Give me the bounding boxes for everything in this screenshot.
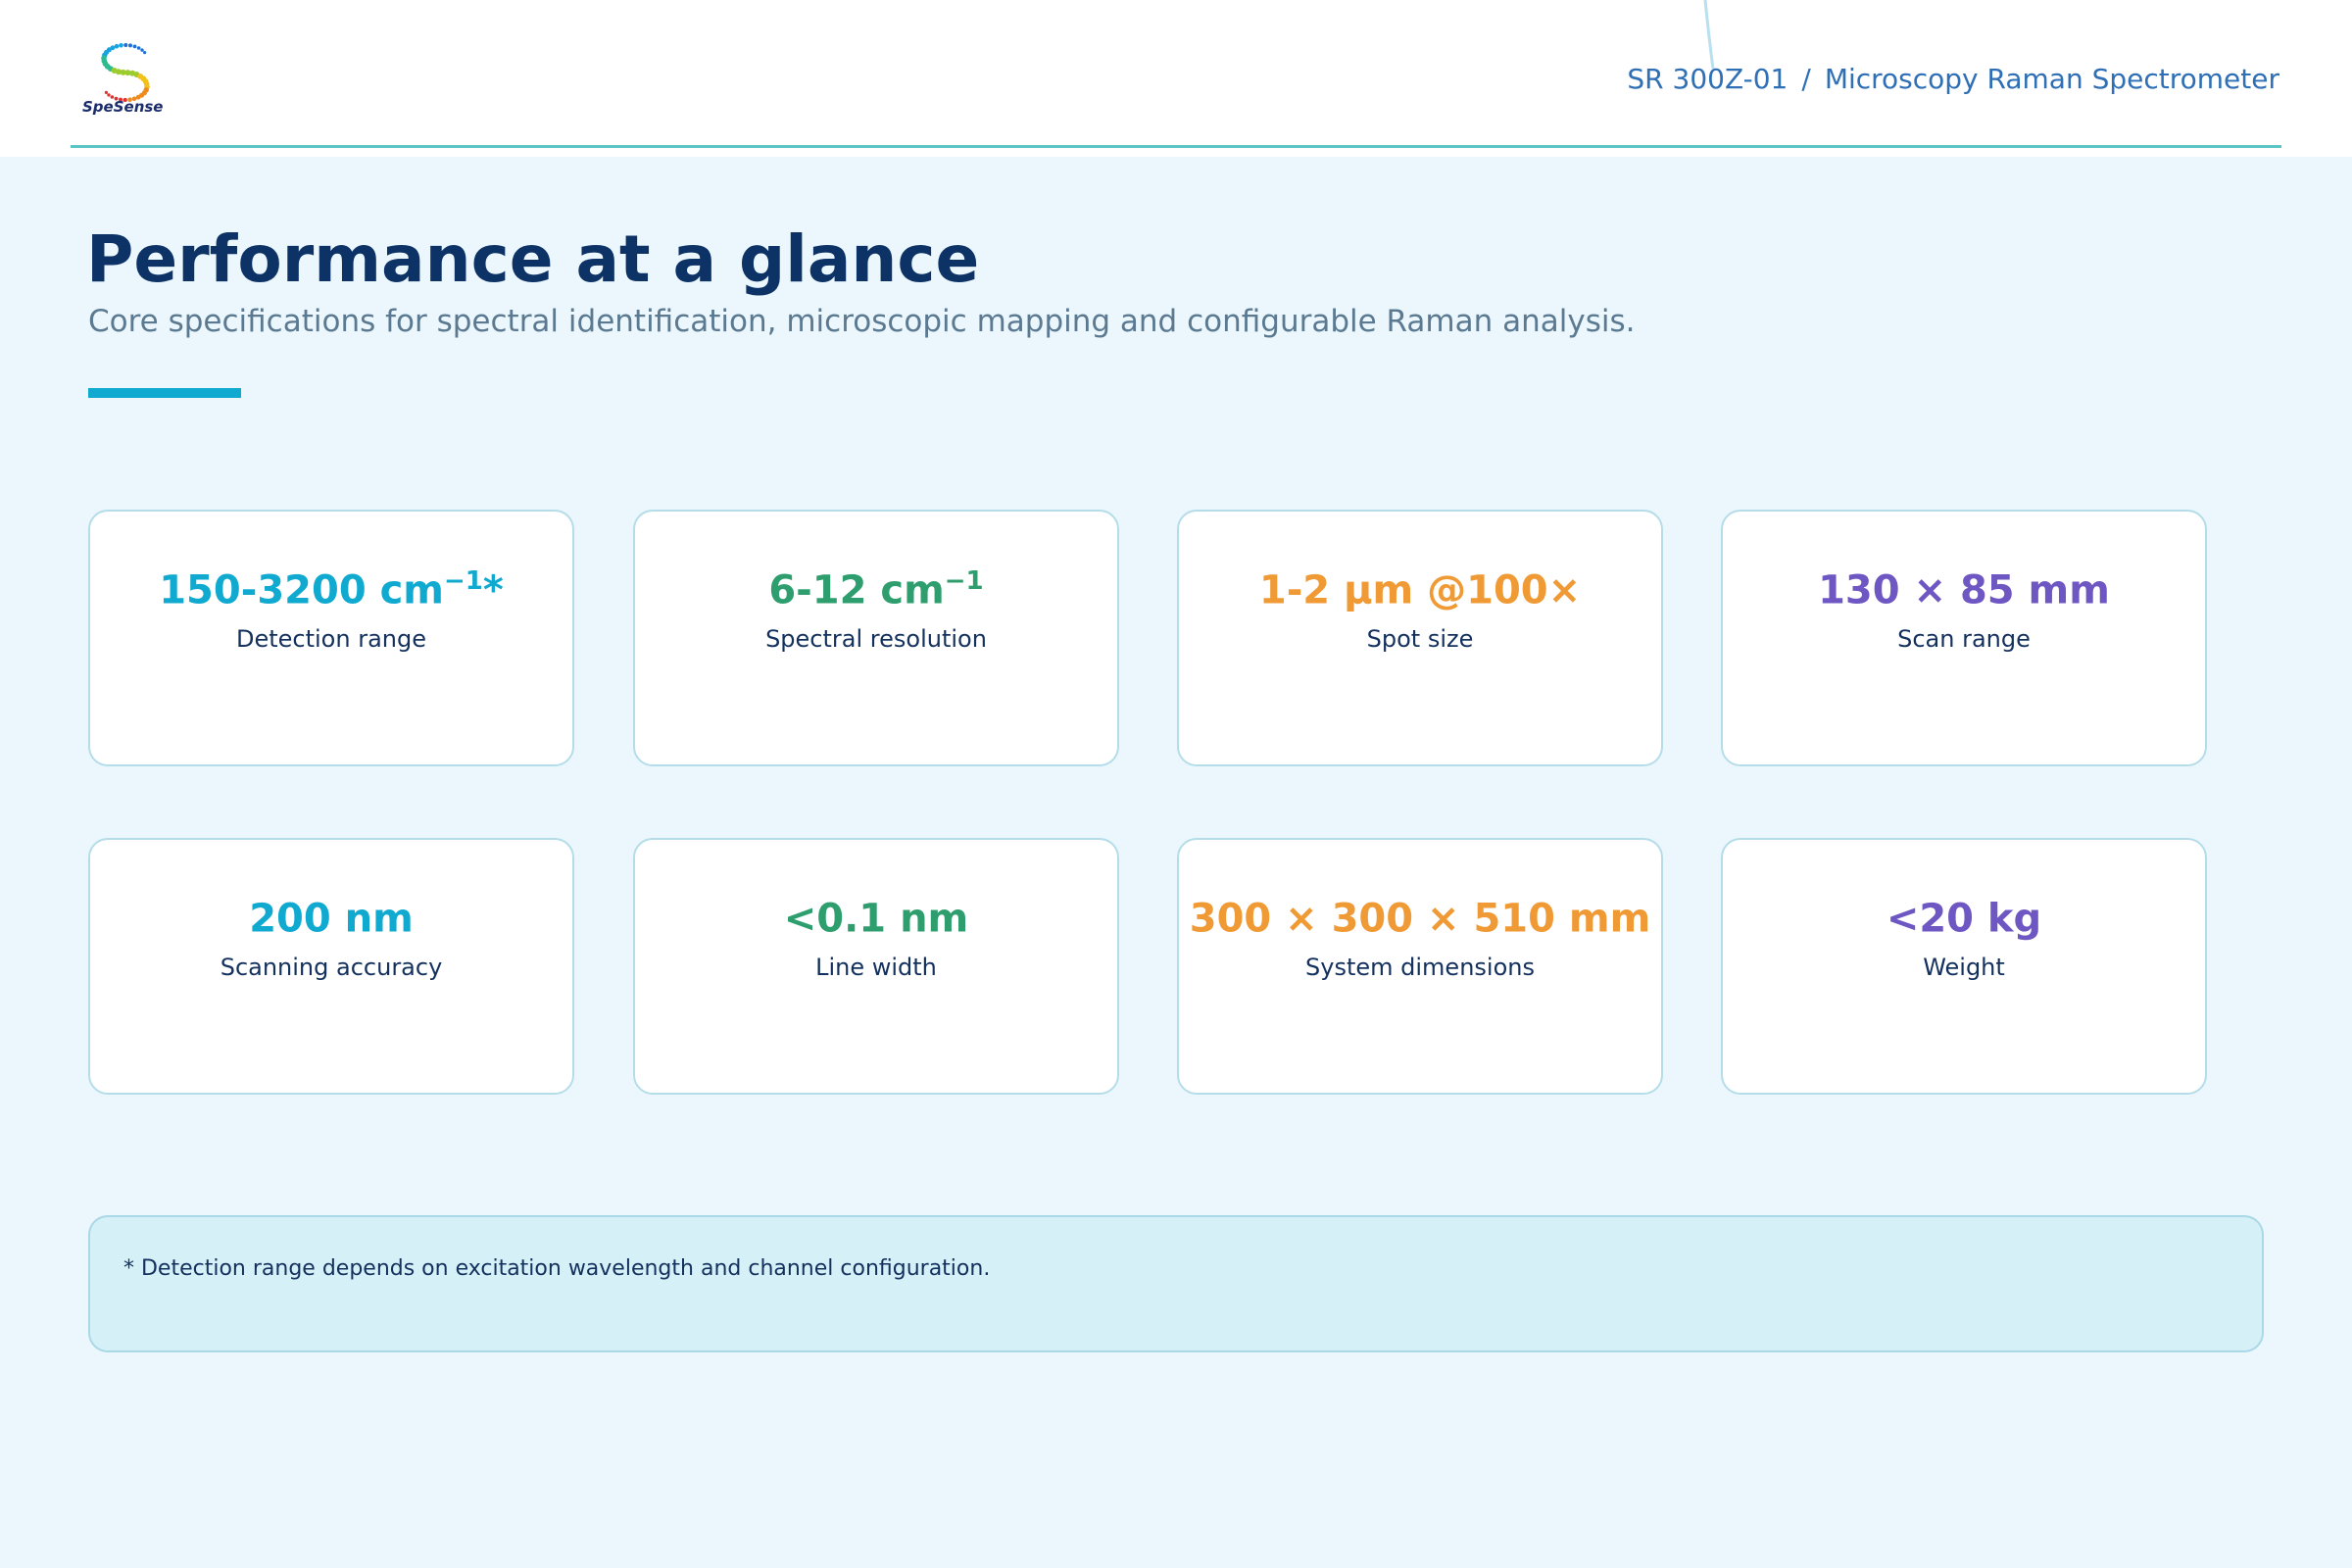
spec-card-spectral-resolution: 6-12 cm−1 Spectral resolution <box>633 510 1119 766</box>
breadcrumb-product: Microscopy Raman Spectrometer <box>1824 63 2279 95</box>
logo-dot <box>128 43 132 48</box>
spec-card-system-dimensions: 300 × 300 × 510 mm System dimensions <box>1177 838 1663 1095</box>
logo-dot <box>114 43 120 49</box>
spec-value: 200 nm <box>249 896 414 942</box>
logo-dot <box>119 43 123 48</box>
spec-card-weight: <20 kg Weight <box>1721 838 2207 1095</box>
spec-value: <20 kg <box>1886 896 2042 942</box>
footnote-box: * Detection range depends on excitation … <box>88 1215 2264 1352</box>
page-title: Performance at a glance <box>86 221 980 297</box>
logo-dot <box>136 46 141 50</box>
spec-label: Spot size <box>1366 625 1474 654</box>
spec-card-spot-size: 1-2 µm @100× Spot size <box>1177 510 1663 766</box>
spec-card-detection-range: 150-3200 cm−1* Detection range <box>88 510 574 766</box>
title-accent-bar <box>88 388 241 398</box>
spec-value: 130 × 85 mm <box>1818 567 2110 613</box>
header-divider <box>71 145 2281 148</box>
logo-wordmark: SpeSense <box>82 98 164 116</box>
page-subtitle: Core specifications for spectral identif… <box>88 304 1636 339</box>
logo-dot <box>143 51 147 55</box>
spec-label: Detection range <box>235 625 426 654</box>
spec-value: 300 × 300 × 510 mm <box>1189 896 1651 942</box>
spec-value: 6-12 cm−1 <box>768 566 984 613</box>
spec-label: Line width <box>815 954 937 982</box>
spec-value: <0.1 nm <box>783 896 969 942</box>
logo-dot <box>132 44 137 49</box>
page-header: SpeSense SR 300Z-01 / Microscopy Raman Spe… <box>0 0 2352 157</box>
spec-value: 1-2 µm @100× <box>1258 567 1582 613</box>
spec-value: 150-3200 cm−1* <box>159 566 504 613</box>
logo-dot <box>104 90 108 94</box>
spec-label: Scan range <box>1897 625 2031 654</box>
breadcrumb-model: SR 300Z-01 <box>1627 63 1788 95</box>
logo-dot <box>140 48 144 52</box>
spec-label: Scanning accuracy <box>220 954 443 982</box>
spec-card-line-width: <0.1 nm Line width <box>633 838 1119 1095</box>
logo-dot <box>123 42 128 48</box>
breadcrumb: SR 300Z-01 / Microscopy Raman Spectrometer <box>1627 63 2279 95</box>
spec-label: System dimensions <box>1305 954 1535 982</box>
spec-label: Spectral resolution <box>765 625 987 654</box>
footnote-text: * Detection range depends on excitation … <box>123 1256 991 1281</box>
spec-card-scanning-accuracy: 200 nm Scanning accuracy <box>88 838 574 1095</box>
breadcrumb-separator: / <box>1801 63 1811 95</box>
spec-label: Weight <box>1923 954 2005 982</box>
spec-card-scan-range: 130 × 85 mm Scan range <box>1721 510 2207 766</box>
logo-dot <box>107 93 111 97</box>
